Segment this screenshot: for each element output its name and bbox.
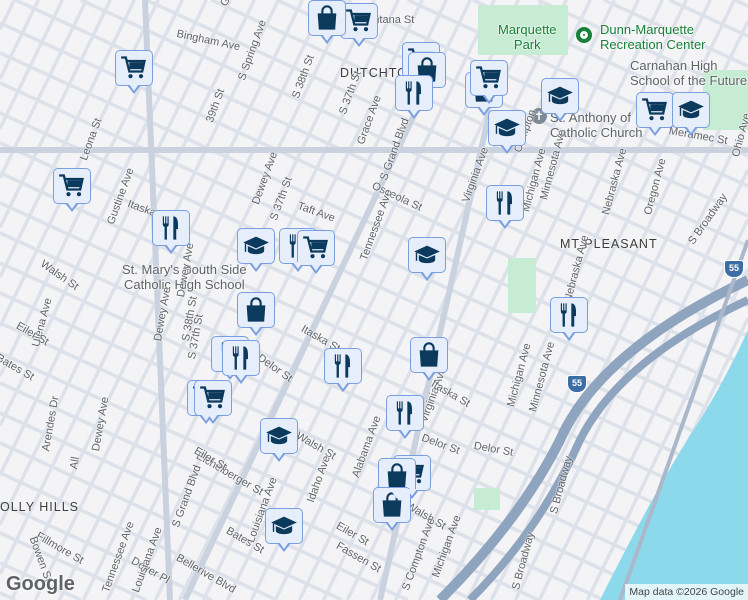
- poi-marquette-park[interactable]: Marquette Park: [498, 22, 557, 52]
- school-marker[interactable]: [260, 418, 298, 462]
- cart-marker[interactable]: [53, 168, 91, 212]
- restaurant-marker[interactable]: [395, 75, 433, 119]
- graduation-cap-icon: [493, 114, 521, 142]
- school-marker[interactable]: [488, 110, 526, 154]
- restaurant-marker[interactable]: [152, 210, 190, 254]
- shopping-cart-icon: [345, 7, 373, 35]
- fork-knife-icon: [400, 79, 428, 107]
- restaurant-marker[interactable]: [386, 395, 424, 439]
- graduation-cap-icon: [677, 96, 705, 124]
- school-marker[interactable]: [541, 78, 579, 122]
- cart-marker[interactable]: [636, 92, 674, 136]
- poi-carnahan[interactable]: Carnahan High School of the Future: [630, 58, 747, 88]
- school-marker[interactable]: [408, 237, 446, 281]
- bag-marker[interactable]: [308, 0, 346, 44]
- graduation-cap-icon: [413, 241, 441, 269]
- cart-marker[interactable]: [194, 380, 232, 424]
- interstate-shield: 55: [567, 375, 587, 393]
- fork-knife-icon: [391, 399, 419, 427]
- shopping-cart-icon: [302, 234, 330, 262]
- shopping-bag-icon: [415, 341, 443, 369]
- street-label: All: [68, 455, 82, 471]
- cart-marker[interactable]: [297, 230, 335, 274]
- fork-knife-icon: [157, 214, 185, 242]
- shopping-cart-icon: [475, 64, 503, 92]
- cart-marker[interactable]: [470, 60, 508, 104]
- school-marker[interactable]: [237, 228, 275, 272]
- shopping-cart-icon: [641, 96, 669, 124]
- shopping-bag-icon: [313, 4, 341, 32]
- school-marker[interactable]: [672, 92, 710, 136]
- interstate-shield: 55: [724, 260, 744, 278]
- fork-knife-icon: [491, 189, 519, 217]
- fork-knife-icon: [555, 301, 583, 329]
- park-patch: [474, 488, 500, 510]
- shopping-cart-icon: [199, 384, 227, 412]
- restaurant-marker[interactable]: [550, 297, 588, 341]
- area-label-holly-hills: OLLY HILLS: [0, 500, 80, 514]
- shopping-bag-icon: [242, 296, 270, 324]
- shopping-bag-icon: [383, 462, 411, 490]
- graduation-cap-icon: [270, 512, 298, 540]
- bag-marker[interactable]: [237, 292, 275, 336]
- graduation-cap-icon: [242, 232, 270, 260]
- google-logo: Google: [6, 573, 75, 595]
- shopping-cart-icon: [120, 54, 148, 82]
- bag-marker[interactable]: [410, 337, 448, 381]
- fork-knife-icon: [329, 352, 357, 380]
- graduation-cap-icon: [265, 422, 293, 450]
- map-attribution[interactable]: Map data ©2026 Google: [625, 584, 748, 600]
- graduation-cap-icon: [546, 82, 574, 110]
- restaurant-marker[interactable]: [486, 185, 524, 229]
- cart-marker[interactable]: [115, 50, 153, 94]
- school-marker[interactable]: [265, 508, 303, 552]
- restaurant-marker[interactable]: [324, 348, 362, 392]
- park-pin-icon: [576, 27, 592, 43]
- poi-dunn-marquette[interactable]: Dunn-Marquette Recreation Center: [600, 22, 706, 52]
- shopping-cart-icon: [58, 172, 86, 200]
- fork-knife-icon: [227, 344, 255, 372]
- park-patch: [508, 258, 536, 313]
